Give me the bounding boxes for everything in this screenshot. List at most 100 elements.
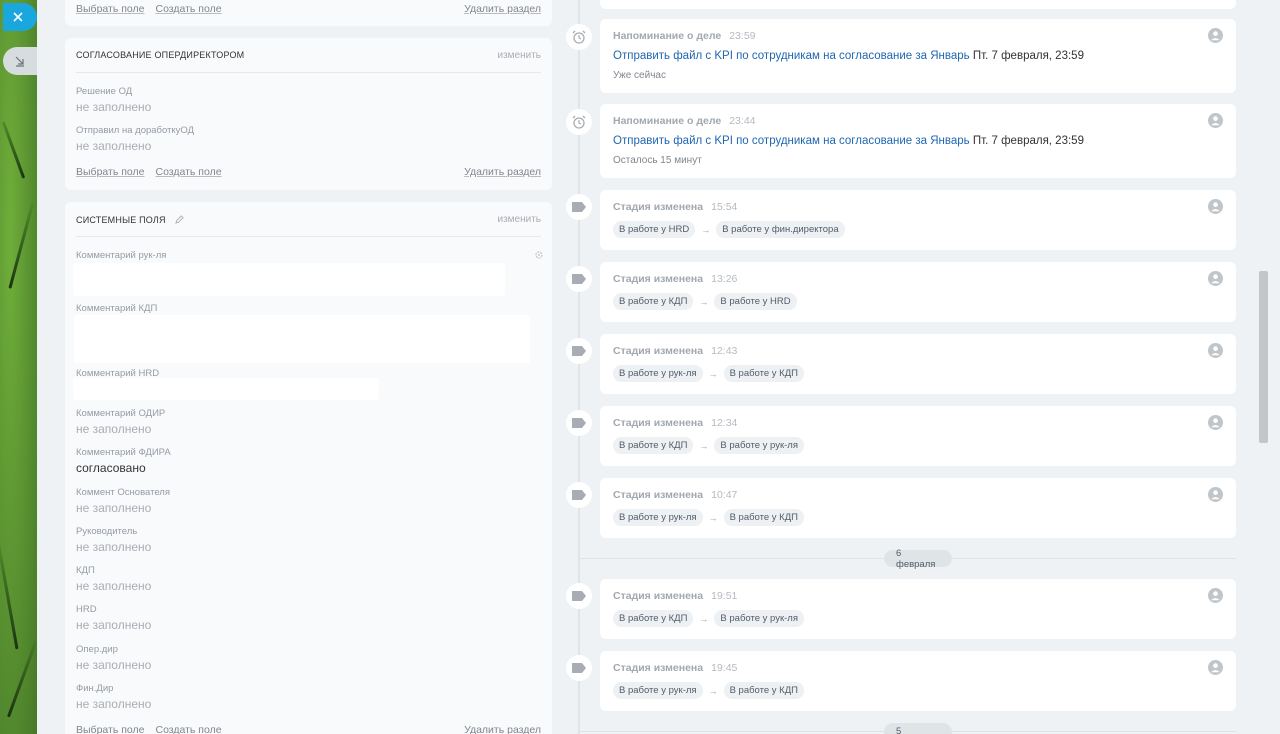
timeline-reminder-item: Напоминание о деле 23:44 Отправить файл с… bbox=[600, 104, 1236, 178]
field-value[interactable]: не заполнено bbox=[76, 579, 151, 593]
comment-textarea[interactable] bbox=[73, 263, 505, 296]
timeline-item-time: 23:44 bbox=[729, 115, 756, 127]
stage-transition: В работе у рук-ля → В работе у КДП bbox=[613, 682, 804, 699]
field-value[interactable]: не заполнено bbox=[76, 100, 151, 114]
scrollbar-thumb[interactable] bbox=[1259, 271, 1268, 443]
stage-from: В работе у КДП bbox=[613, 610, 694, 627]
select-field-link[interactable]: Выбрать поле bbox=[76, 166, 144, 178]
gear-icon[interactable] bbox=[534, 250, 544, 260]
stage-to: В работе у HRD bbox=[714, 293, 797, 310]
stage-change-marker bbox=[566, 655, 592, 681]
timeline-item-time: 19:45 bbox=[711, 662, 738, 674]
field-label: КДП bbox=[76, 565, 95, 576]
stage-from: В работе у HRD bbox=[613, 221, 696, 238]
wallpaper-decoration bbox=[0, 540, 19, 650]
timeline-stage-item: Стадия изменена 10:47 В работе у рук-ля →… bbox=[600, 478, 1236, 538]
arrow-icon: → bbox=[699, 613, 709, 624]
edit-section-link[interactable]: изменить bbox=[497, 50, 541, 61]
edit-section-link[interactable]: изменить bbox=[497, 214, 541, 225]
field-value[interactable]: согласовано bbox=[76, 461, 146, 475]
stage-to: В работе у КДП bbox=[723, 682, 804, 699]
field-value[interactable]: не заполнено bbox=[76, 618, 151, 632]
stage-transition: В работе у рук-ля → В работе у КДП bbox=[613, 509, 804, 526]
timeline-item-time: 10:47 bbox=[711, 489, 738, 501]
section-footer: Выбрать поле Создать поле Удалить раздел bbox=[76, 724, 541, 734]
section-footer: Выбрать поле Создать поле Удалить раздел bbox=[76, 166, 541, 178]
user-avatar-icon[interactable] bbox=[1208, 113, 1223, 128]
timeline-item-title: Стадия изменена 12:34 bbox=[613, 417, 737, 429]
od-approval-section: согласование опердиректором изменить Реш… bbox=[65, 38, 552, 190]
create-field-link[interactable]: Создать поле bbox=[155, 166, 221, 178]
field-label: Коммент Основателя bbox=[76, 487, 170, 498]
timeline-item-time: 19:51 bbox=[711, 590, 738, 602]
arrow-icon: → bbox=[708, 368, 718, 379]
stage-transition: В работе у КДП → В работе у рук-ля bbox=[613, 437, 804, 454]
stage-to: В работе у рук-ля bbox=[714, 610, 804, 627]
timeline-item-time: 23:59 bbox=[729, 30, 756, 42]
timeline-reminder-item: Напоминание о деле 23:59 Отправить файл с… bbox=[600, 19, 1236, 93]
user-avatar-icon[interactable] bbox=[1208, 660, 1223, 675]
timeline-item-title: Стадия изменена 10:47 bbox=[613, 489, 737, 501]
tag-icon bbox=[572, 418, 586, 428]
stage-from: В работе у рук-ля bbox=[613, 365, 703, 382]
timeline-item-time: 13:26 bbox=[711, 273, 738, 285]
comment-textarea[interactable] bbox=[73, 378, 379, 400]
user-avatar-icon[interactable] bbox=[1208, 487, 1223, 502]
user-avatar-icon[interactable] bbox=[1208, 415, 1223, 430]
select-field-link[interactable]: Выбрать поле bbox=[76, 3, 144, 15]
stage-change-marker bbox=[566, 410, 592, 436]
arrow-icon: → bbox=[699, 440, 709, 451]
section-header: согласование опердиректором изменить bbox=[76, 38, 541, 73]
timeline-stage-item: Стадия изменена 12:34 В работе у КДП → В … bbox=[600, 406, 1236, 466]
field-value[interactable]: не заполнено bbox=[76, 658, 151, 672]
previous-section-card: Выбрать поле Создать поле Удалить раздел bbox=[65, 0, 552, 26]
close-slider-button[interactable] bbox=[3, 3, 37, 31]
tag-icon bbox=[572, 346, 586, 356]
activity-link[interactable]: Отправить файл с KPI по сотрудникам на с… bbox=[613, 50, 970, 62]
section-footer: Выбрать поле Создать поле Удалить раздел bbox=[76, 3, 541, 15]
timeline-stage-item: Стадия изменена 19:45 В работе у рук-ля →… bbox=[600, 651, 1236, 711]
reminder-note: Осталось 15 минут bbox=[613, 155, 702, 166]
minimize-icon bbox=[15, 56, 24, 67]
field-value[interactable]: не заполнено bbox=[76, 540, 151, 554]
delete-section-link[interactable]: Удалить раздел bbox=[464, 3, 541, 15]
field-value[interactable]: не заполнено bbox=[76, 697, 151, 711]
delete-section-link[interactable]: Удалить раздел bbox=[464, 724, 541, 734]
activity-link[interactable]: Отправить файл с KPI по сотрудникам на с… bbox=[613, 135, 970, 147]
user-avatar-icon[interactable] bbox=[1208, 271, 1223, 286]
user-avatar-icon[interactable] bbox=[1208, 28, 1223, 43]
field-value[interactable]: не заполнено bbox=[76, 501, 151, 515]
minimize-slider-button[interactable] bbox=[3, 47, 37, 75]
timeline-item-time: 15:54 bbox=[711, 201, 738, 213]
field-label: Решение ОД bbox=[76, 86, 133, 97]
create-field-link[interactable]: Создать поле bbox=[155, 3, 221, 15]
create-field-link[interactable]: Создать поле bbox=[155, 724, 221, 734]
user-avatar-icon[interactable] bbox=[1208, 199, 1223, 214]
tag-icon bbox=[572, 202, 586, 212]
timeline-item-body: Отправить файл с KPI по сотрудникам на с… bbox=[613, 135, 1084, 147]
timeline-item-body: Отправить файл с KPI по сотрудникам на с… bbox=[613, 50, 1084, 62]
field-value[interactable]: не заполнено bbox=[76, 422, 151, 436]
stage-change-marker bbox=[566, 338, 592, 364]
field-label: Комментарий ОДИР bbox=[76, 408, 166, 419]
comment-textarea[interactable] bbox=[74, 315, 530, 363]
section-title: согласование опердиректором bbox=[76, 50, 245, 60]
arrow-icon: → bbox=[701, 224, 711, 235]
field-value[interactable]: не заполнено bbox=[76, 139, 151, 153]
field-label: Фин.Дир bbox=[76, 683, 114, 694]
timeline-stage-item: Стадия изменена 19:51 В работе у КДП → В … bbox=[600, 579, 1236, 639]
field-label: Опер.дир bbox=[76, 644, 118, 655]
timeline-item-title: Напоминание о деле 23:44 bbox=[613, 115, 756, 127]
timeline-item-title: Стадия изменена 12:43 bbox=[613, 345, 737, 357]
select-field-link[interactable]: Выбрать поле bbox=[76, 724, 144, 734]
stage-to: В работе у КДП bbox=[723, 365, 804, 382]
tag-icon bbox=[572, 490, 586, 500]
arrow-icon: → bbox=[708, 685, 718, 696]
timeline-item-type: Напоминание о деле bbox=[613, 30, 722, 42]
user-avatar-icon[interactable] bbox=[1208, 588, 1223, 603]
wallpaper-decoration bbox=[6, 622, 37, 718]
pen-icon[interactable] bbox=[175, 215, 184, 224]
user-avatar-icon[interactable] bbox=[1208, 343, 1223, 358]
date-separator: 6 февраля bbox=[884, 548, 952, 570]
delete-section-link[interactable]: Удалить раздел bbox=[464, 166, 541, 178]
